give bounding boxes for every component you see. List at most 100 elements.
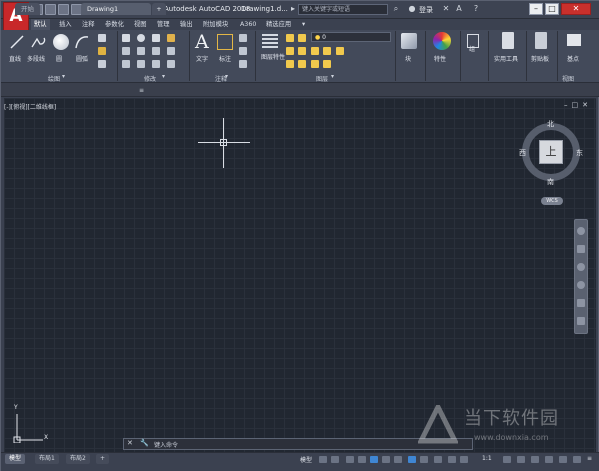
layout-tab-layout1[interactable]: 布局1 [35,454,59,464]
compass-east[interactable]: 东 [576,148,583,158]
trim-tool-icon[interactable] [152,34,160,42]
model-space-button[interactable]: 模型 [300,455,312,464]
polyline-tool-label[interactable]: 多段线 [27,54,45,63]
layout-tab-model[interactable]: 模型 [5,454,26,464]
close-button[interactable]: ✕ [561,3,591,15]
transparency-icon[interactable] [420,456,428,463]
units-icon[interactable] [531,456,539,463]
block-label[interactable]: 块 [405,54,411,63]
compass-south[interactable]: 南 [547,177,554,187]
clipboard-icon[interactable] [535,32,547,49]
panel-draw-label[interactable]: 绘图 [48,74,60,83]
quick-properties-icon[interactable] [545,456,553,463]
a360-icon[interactable]: A [454,4,464,14]
command-close-icon[interactable]: ✕ [127,439,133,447]
isolate-objects-icon[interactable] [559,456,567,463]
command-settings-icon[interactable]: 🔧 [140,439,149,447]
circle-tool-icon[interactable] [53,34,69,50]
circle-tool-label[interactable]: 圆 [56,54,62,63]
line-tool-label[interactable]: 直线 [9,54,21,63]
add-layout-button[interactable]: + [96,454,110,464]
move-tool-icon[interactable] [122,34,130,42]
workspace-gear-icon[interactable] [503,456,511,463]
dropdown-arrow-icon[interactable]: ▾ [225,73,228,80]
rectangle-tool-icon[interactable] [98,34,106,42]
tab-insert[interactable]: 插入 [56,19,75,30]
search-icon[interactable]: ⌕ [391,4,401,14]
tab-parametric[interactable]: 参数化 [102,19,127,30]
tab-default[interactable]: 默认 [31,19,50,30]
tab-menu-icon[interactable]: ≡ [139,87,144,94]
search-arrow-icon[interactable]: ▸ [288,4,298,14]
layer-match-icon[interactable] [298,47,306,55]
object-snap-tracking-icon[interactable] [382,456,390,463]
panel-view-label[interactable]: 视图 [562,74,574,83]
layer-unisolate-icon[interactable] [323,47,331,55]
copy-tool-icon[interactable] [122,47,130,55]
navbar-menu-icon[interactable] [577,317,585,325]
clipboard-label[interactable]: 剪贴板 [531,54,549,63]
save-icon[interactable] [58,4,69,15]
zoom-extents-icon[interactable] [577,263,585,271]
viewcube-top-face[interactable]: 上 [539,140,563,164]
wcs-menu-button[interactable]: WCS [541,197,563,205]
text-tool-icon[interactable]: A [195,31,209,53]
clean-screen-icon[interactable] [573,456,581,463]
mirror-tool-icon[interactable] [137,47,145,55]
layer-isolate-icon[interactable] [311,47,319,55]
tab-output[interactable]: 输出 [177,19,196,30]
scale-tool-icon[interactable] [137,60,145,68]
minimize-button[interactable]: – [529,3,543,15]
open-file-icon[interactable] [45,4,56,15]
layer-properties-icon[interactable] [262,34,278,50]
panel-modify-label[interactable]: 修改 [144,74,156,83]
rotate-tool-icon[interactable] [137,34,145,42]
tab-addins[interactable]: 附加模块 [200,19,231,30]
help-icon[interactable]: ? [471,4,481,14]
explode-tool-icon[interactable] [167,47,175,55]
layer-on-icon[interactable] [286,34,294,42]
tab-a360[interactable]: A360 [237,19,259,30]
pan-icon[interactable] [577,245,585,253]
utilities-label[interactable]: 实用工具 [494,54,518,63]
ribbon-toggle-icon[interactable]: ▾ [299,19,308,30]
annotation-scale[interactable]: 1:1 [482,455,492,462]
layout-tab-layout2[interactable]: 布局2 [66,454,90,464]
layer-walk-icon[interactable] [298,60,306,68]
layer-dropdown[interactable]: ● 0 [311,32,391,42]
tab-start[interactable]: 开始 [15,3,40,15]
dropdown-arrow-icon[interactable]: ▾ [162,73,165,80]
mark-tool-icon[interactable] [239,60,247,68]
dropdown-arrow-icon[interactable]: ▾ [62,73,65,80]
fillet-tool-icon[interactable] [152,47,160,55]
layer-lock-icon[interactable] [286,47,294,55]
tab-view[interactable]: 视图 [131,19,150,30]
calculator-icon[interactable] [502,32,514,49]
polar-icon[interactable] [358,456,366,463]
text-tool-label[interactable]: 文字 [196,54,208,63]
arc-tool-label[interactable]: 圆弧 [76,54,88,63]
stretch-tool-icon[interactable] [122,60,130,68]
maximize-button[interactable]: □ [545,3,559,15]
selection-cycling-icon[interactable] [434,456,442,463]
dropdown-arrow-icon[interactable]: ▾ [331,73,334,80]
tab-annotate[interactable]: 注释 [79,19,98,30]
region-tool-icon[interactable] [98,60,106,68]
isodraft-icon[interactable] [370,456,378,463]
object-snap-icon[interactable] [394,456,402,463]
properties-palette-icon[interactable] [433,32,451,50]
base-view-icon[interactable] [567,34,581,46]
hatch-tool-icon[interactable] [98,47,106,55]
grid-icon[interactable] [319,456,327,463]
customization-menu-icon[interactable]: ≡ [587,455,592,462]
compass-west[interactable]: 西 [519,148,526,158]
view-label[interactable]: 基点 [567,54,579,63]
drawing-canvas[interactable] [4,98,596,452]
command-input[interactable]: 键入命令 [154,440,178,449]
polyline-tool-icon[interactable] [30,34,46,50]
annotation-monitor-icon[interactable] [517,456,525,463]
sign-in-label[interactable]: 登录 [419,5,433,15]
line-tool-icon[interactable] [9,34,25,50]
groups-label[interactable]: 组 [469,44,475,53]
tab-drawing1[interactable]: Drawing1 [81,3,151,15]
